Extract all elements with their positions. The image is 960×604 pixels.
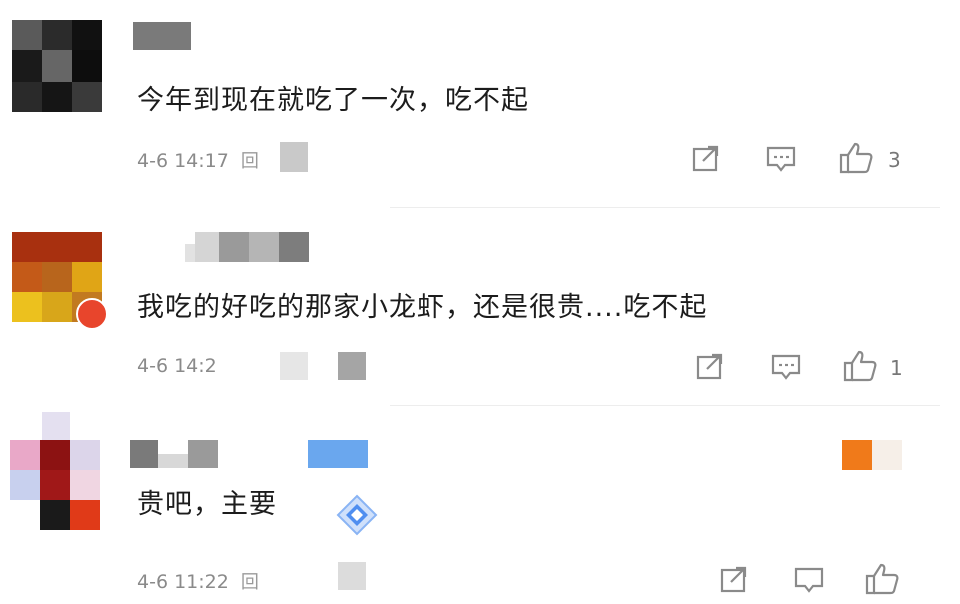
- redacted-block: [338, 562, 366, 590]
- badge: [842, 440, 872, 470]
- avatar[interactable]: [10, 412, 102, 530]
- reply-label-partial[interactable]: 回: [241, 572, 259, 593]
- username-redacted[interactable]: [130, 440, 370, 474]
- comment-item: 贵吧，主要 4-6 11:22 回: [0, 0, 960, 604]
- like-icon[interactable]: [864, 562, 900, 596]
- diamond-icon: [336, 494, 378, 536]
- badge: [872, 440, 902, 470]
- timestamp: 4-6 11:22: [137, 571, 229, 593]
- share-icon[interactable]: [718, 565, 750, 595]
- comment-icon[interactable]: [793, 565, 825, 595]
- comment-text: 贵吧，主要: [137, 489, 277, 520]
- comment-time: 4-6 11:22 回: [137, 568, 259, 594]
